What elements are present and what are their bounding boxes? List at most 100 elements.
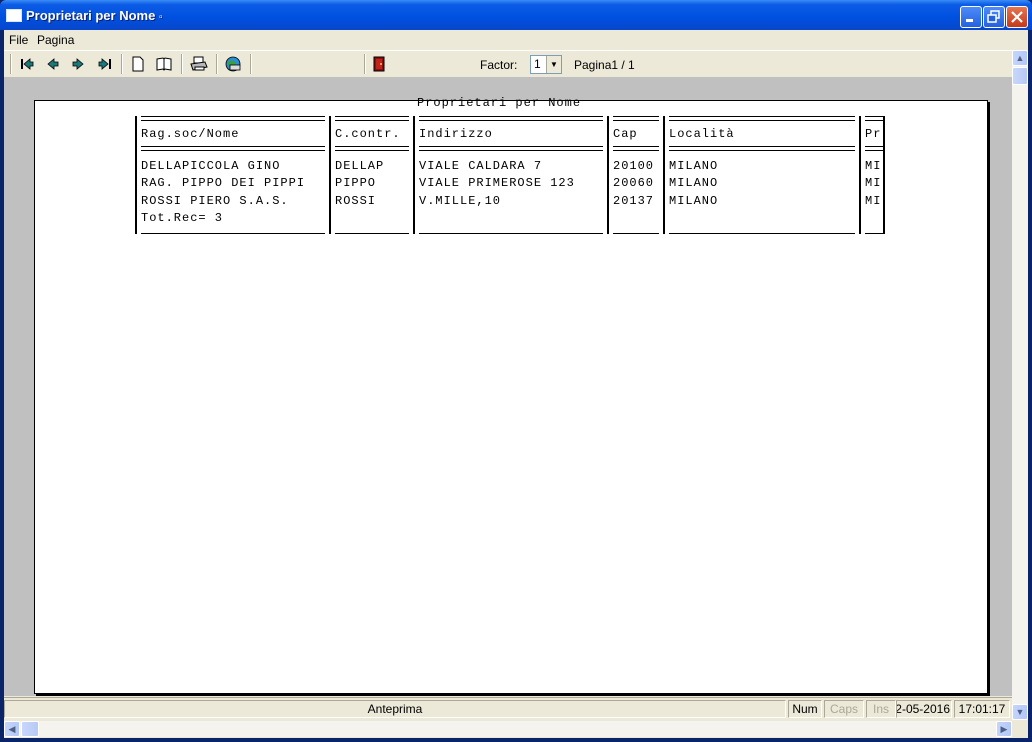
menu-file[interactable]: File bbox=[9, 33, 28, 47]
scroll-thumb[interactable] bbox=[1012, 67, 1028, 85]
toolbar-separator bbox=[216, 54, 218, 74]
chevron-up-icon: ▲ bbox=[1015, 53, 1025, 63]
table-cell: PIPPO bbox=[335, 176, 377, 190]
factor-value: 1 bbox=[534, 57, 541, 71]
single-page-button[interactable] bbox=[129, 55, 147, 73]
scroll-left-button[interactable]: ◀ bbox=[4, 721, 20, 737]
rule bbox=[335, 146, 409, 151]
client-area: File Pagina Factor: 1 ▼ Pagina1 / 1 Prop… bbox=[4, 30, 1028, 738]
next-page-button[interactable] bbox=[69, 55, 87, 73]
column-ragsoc: Rag.soc/Nome DELLAPICCOLA GINO RAG. PIPP… bbox=[135, 116, 329, 234]
status-num: Num bbox=[788, 700, 822, 718]
minimize-icon bbox=[966, 19, 973, 22]
rule bbox=[419, 146, 603, 151]
column-localita: Località MILANO MILANO MILANO bbox=[663, 116, 859, 234]
table-cell: MI bbox=[865, 159, 882, 173]
table-cell: MI bbox=[865, 176, 882, 190]
table-cell: VIALE CALDARA 7 bbox=[419, 159, 543, 173]
close-icon bbox=[1011, 11, 1023, 23]
column-pr: Pr MI MI MI bbox=[859, 116, 885, 234]
chevron-right-icon: ▶ bbox=[1000, 724, 1008, 734]
rule bbox=[613, 116, 659, 121]
factor-label: Factor: bbox=[480, 58, 518, 72]
column-indirizzo: Indirizzo VIALE CALDARA 7 VIALE PRIMEROS… bbox=[413, 116, 607, 234]
minimize-button[interactable] bbox=[960, 6, 982, 28]
scroll-thumb[interactable] bbox=[21, 721, 39, 737]
table-cell: 20060 bbox=[613, 176, 655, 190]
window-title: Proprietari per Nome ▫ bbox=[26, 8, 163, 23]
table-cell: DELLAP bbox=[335, 159, 385, 173]
table-cell: 20137 bbox=[613, 194, 655, 208]
column-header: Cap bbox=[613, 127, 638, 141]
prev-page-button[interactable] bbox=[44, 55, 62, 73]
first-page-button[interactable] bbox=[18, 55, 36, 73]
toolbar-grip bbox=[10, 54, 12, 74]
chevron-down-icon: ▼ bbox=[1015, 707, 1025, 717]
rule bbox=[613, 146, 659, 151]
rule bbox=[141, 233, 325, 234]
chevron-left-icon: ◀ bbox=[8, 724, 16, 734]
table-edge bbox=[883, 116, 885, 234]
column-ccontr: C.contr. DELLAP PIPPO ROSSI bbox=[329, 116, 413, 234]
two-page-icon bbox=[156, 57, 172, 71]
table-cell: MI bbox=[865, 194, 882, 208]
status-date: 02-05-2016 bbox=[896, 700, 952, 718]
table-cell: RAG. PIPPO DEI PIPPI bbox=[141, 176, 306, 190]
table-cell: V.MILLE,10 bbox=[419, 194, 502, 208]
rule bbox=[669, 116, 855, 121]
table-cell: MILANO bbox=[669, 194, 719, 208]
status-time: 17:01:17 bbox=[954, 700, 1010, 718]
table-cell: ROSSI bbox=[335, 194, 377, 208]
export-button[interactable] bbox=[224, 55, 242, 73]
two-page-button[interactable] bbox=[155, 55, 173, 73]
toolbar-separator bbox=[121, 54, 123, 74]
rule bbox=[335, 233, 409, 234]
toolbar-separator bbox=[181, 54, 183, 74]
report-title: Proprietari per Nome bbox=[417, 96, 582, 110]
prev-page-icon bbox=[47, 58, 59, 70]
horizontal-scrollbar[interactable]: ◀ ▶ bbox=[4, 721, 1012, 737]
rule bbox=[335, 116, 409, 121]
print-icon bbox=[190, 56, 208, 71]
table-cell: ROSSI PIERO S.A.S. bbox=[141, 194, 289, 208]
export-icon bbox=[225, 56, 241, 72]
rule bbox=[865, 233, 883, 234]
scroll-right-button[interactable]: ▶ bbox=[996, 721, 1012, 737]
status-caps: Caps bbox=[824, 700, 864, 718]
close-button[interactable] bbox=[1006, 6, 1028, 28]
print-button[interactable] bbox=[190, 55, 208, 73]
table-cell: MILANO bbox=[669, 176, 719, 190]
column-header: Rag.soc/Nome bbox=[141, 127, 240, 141]
table-cell: MILANO bbox=[669, 159, 719, 173]
status-ins: Ins bbox=[866, 700, 896, 718]
column-header: C.contr. bbox=[335, 127, 401, 141]
table-cell: VIALE PRIMEROSE 123 bbox=[419, 176, 575, 190]
vertical-scrollbar[interactable]: ▲ ▼ bbox=[1012, 50, 1028, 720]
rule bbox=[669, 146, 855, 151]
column-header: Pr bbox=[865, 127, 882, 141]
print-preview-area[interactable]: Proprietari per Nome Rag.soc/Nome DELLAP… bbox=[4, 77, 1012, 696]
rule bbox=[865, 146, 883, 151]
menu-bar: File Pagina bbox=[4, 30, 1028, 50]
exit-button[interactable] bbox=[370, 55, 388, 73]
column-header: Indirizzo bbox=[419, 127, 493, 141]
scroll-up-button[interactable]: ▲ bbox=[1012, 50, 1028, 66]
toolbar-separator bbox=[364, 54, 366, 74]
next-page-icon bbox=[72, 58, 84, 70]
last-page-button[interactable] bbox=[96, 55, 114, 73]
factor-select[interactable]: 1 ▼ bbox=[530, 55, 562, 74]
restore-button[interactable] bbox=[983, 6, 1005, 28]
title-bar[interactable]: Proprietari per Nome ▫ bbox=[0, 0, 1032, 30]
report-page: Proprietari per Nome Rag.soc/Nome DELLAP… bbox=[34, 96, 988, 694]
rule bbox=[419, 233, 603, 234]
scroll-down-button[interactable]: ▼ bbox=[1012, 704, 1028, 720]
single-page-icon bbox=[132, 56, 144, 72]
rule bbox=[141, 116, 325, 121]
first-page-icon bbox=[21, 58, 34, 70]
status-mode: Anteprima bbox=[4, 700, 786, 718]
menu-pagina[interactable]: Pagina bbox=[37, 33, 74, 47]
column-cap: Cap 20100 20060 20137 bbox=[607, 116, 663, 234]
rule bbox=[613, 233, 659, 234]
table-cell: DELLAPICCOLA GINO bbox=[141, 159, 281, 173]
chevron-down-icon[interactable]: ▼ bbox=[546, 56, 561, 73]
